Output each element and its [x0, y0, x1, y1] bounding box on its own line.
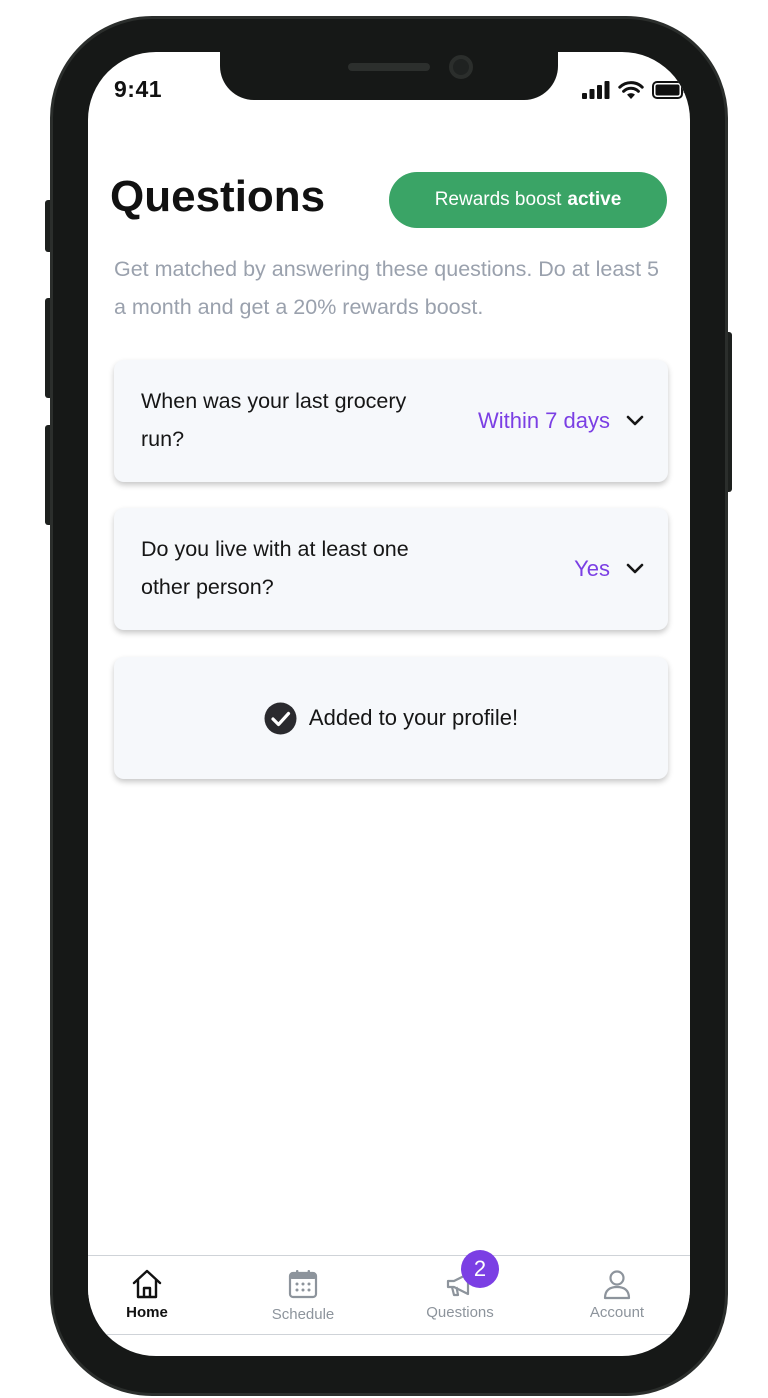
- tab-schedule[interactable]: Schedule: [228, 1256, 378, 1336]
- answer-value: Yes: [574, 556, 610, 581]
- question-text: When was your last grocery run?: [141, 389, 407, 451]
- confirmation-text: Added to your profile!: [308, 705, 519, 730]
- battery-icon: [652, 81, 686, 99]
- tab-home-label: Home: [126, 1304, 168, 1321]
- tab-questions[interactable]: 2 Questions: [385, 1250, 535, 1336]
- answer-value: Within 7 days: [477, 408, 610, 433]
- status-time: 9:41: [114, 76, 163, 102]
- phone-screen: 9:41 Questions Rewards boost active Get …: [88, 52, 690, 1356]
- chevron-down-icon: [626, 415, 644, 426]
- tab-home[interactable]: Home: [88, 1256, 222, 1336]
- rewards-boost-status: active: [567, 189, 622, 210]
- page-title: Questions: [110, 172, 326, 221]
- question-card-household: Do you live with at least one other pers…: [114, 508, 668, 630]
- wifi-icon: [618, 80, 644, 99]
- question-card-grocery: When was your last grocery run? Within 7…: [114, 360, 668, 482]
- confirmation-card: Added to your profile!: [114, 657, 668, 779]
- notch: [220, 52, 558, 100]
- status-icons: [582, 80, 686, 100]
- questions-count-badge: 2: [461, 1250, 499, 1288]
- tab-account-label: Account: [589, 1304, 645, 1321]
- tab-account[interactable]: Account: [542, 1256, 690, 1336]
- rewards-boost-label: Rewards boost: [434, 189, 562, 210]
- cellular-signal-icon: [582, 81, 610, 99]
- speaker-grille: [348, 63, 430, 71]
- answer-dropdown-grocery[interactable]: Within 7 days: [478, 360, 644, 482]
- rewards-boost-button[interactable]: Rewards boost active: [389, 172, 667, 228]
- tab-questions-label: Questions: [426, 1304, 494, 1321]
- question-text: Do you live with at least one other pers…: [141, 537, 409, 599]
- check-circle-icon: [264, 702, 297, 734]
- user-icon: [603, 1270, 631, 1300]
- answer-dropdown-household[interactable]: Yes: [574, 508, 644, 630]
- chevron-down-icon: [626, 563, 644, 574]
- tab-schedule-label: Schedule: [271, 1306, 335, 1323]
- front-camera: [449, 55, 473, 79]
- home-icon: [132, 1269, 162, 1299]
- confirmation-row: Added to your profile!: [114, 657, 668, 779]
- page-subtitle: Get matched by answering these questions…: [114, 257, 659, 319]
- bottom-tab-bar: Home Schedule 2 Questions Account: [88, 1250, 690, 1336]
- calendar-icon: [288, 1270, 318, 1299]
